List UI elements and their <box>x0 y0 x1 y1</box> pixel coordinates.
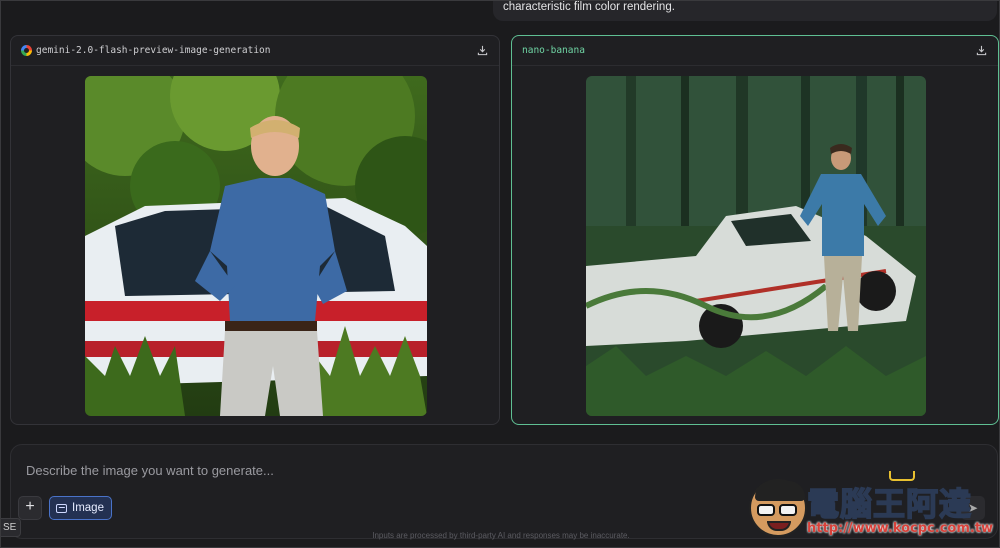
image-button-label: Image <box>72 502 104 514</box>
model-name: nano-banana <box>522 45 585 56</box>
generated-image-nano-banana[interactable] <box>586 76 926 416</box>
download-icon[interactable] <box>475 44 489 58</box>
image-icon <box>56 503 67 513</box>
watermark-title: 電腦王阿達 <box>806 484 973 524</box>
result-panel-nano-banana: nano-banana <box>511 35 999 425</box>
model-name: gemini-2.0-flash-preview-image-generatio… <box>36 45 271 56</box>
panel-header: gemini-2.0-flash-preview-image-generatio… <box>11 36 499 66</box>
previous-message-text: characteristic film color rendering. <box>503 1 675 13</box>
add-button[interactable]: + <box>18 496 42 520</box>
panel-header: nano-banana <box>512 36 998 66</box>
result-panel-gemini: gemini-2.0-flash-preview-image-generatio… <box>10 35 500 425</box>
google-g-icon <box>21 45 32 56</box>
watermark: 電腦王阿達 http://www.kocpc.com.tw <box>749 471 993 541</box>
image-mode-button[interactable]: Image <box>49 496 112 520</box>
previous-message: characteristic film color rendering. <box>493 1 997 21</box>
download-icon[interactable] <box>974 44 988 58</box>
watermark-mascot-icon <box>749 479 807 537</box>
watermark-url: http://www.kocpc.com.tw <box>807 521 994 536</box>
generated-image-gemini[interactable] <box>85 76 427 416</box>
prompt-input[interactable] <box>26 463 726 478</box>
